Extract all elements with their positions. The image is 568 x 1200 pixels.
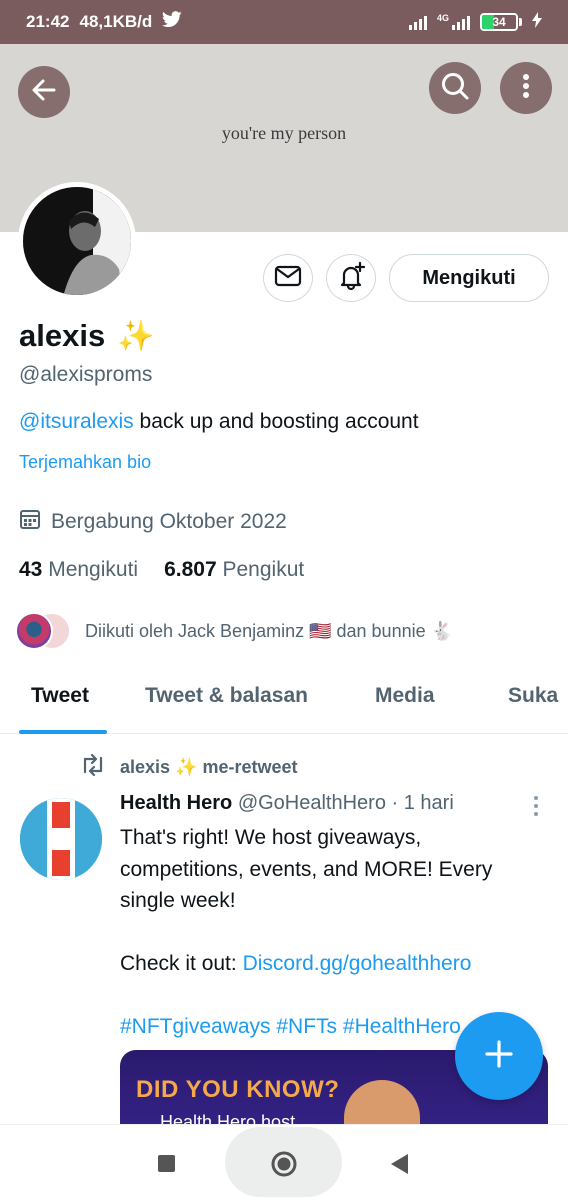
profile-avatar[interactable] — [18, 182, 136, 300]
twitter-bird-icon — [162, 11, 182, 33]
banner-text: you're my person — [221, 123, 347, 143]
more-options-button[interactable] — [500, 62, 552, 114]
notifications-button[interactable] — [326, 254, 376, 302]
sparkles-emoji: ✨ — [117, 319, 155, 353]
mail-icon — [274, 265, 302, 292]
status-bar: 21:42 48,1KB/d 4G 34 — [0, 0, 568, 44]
tab-media[interactable]: Media — [375, 684, 435, 708]
plus-icon — [484, 1039, 514, 1074]
signal-icon — [408, 14, 427, 30]
following-label: Mengikuti — [48, 558, 139, 581]
search-button[interactable] — [429, 62, 481, 114]
translate-bio-link[interactable]: Terjemahkan bio — [19, 452, 151, 473]
tweet-header: Health Hero @GoHealthHero · 1 hari — [120, 792, 454, 815]
tab-tweets-and-replies[interactable]: Tweet & balasan — [145, 684, 308, 708]
profile-handle: @alexisproms — [19, 363, 153, 386]
followers-count: 6.807 — [164, 558, 217, 581]
following-stat[interactable]: 43 Mengikuti — [19, 558, 138, 582]
followed-by-text: Diikuti oleh Jack Benjaminz 🇺🇸 dan bunni… — [85, 620, 454, 641]
profile-name: alexis ✨ — [19, 318, 155, 354]
profile-bio: @itsuralexis back up and boosting accoun… — [19, 410, 419, 434]
system-nav-bar — [0, 1124, 568, 1200]
profile-name-text: alexis — [19, 318, 106, 353]
message-button[interactable] — [263, 254, 313, 302]
retweet-indicator: alexis ✨ me-retweet — [80, 753, 298, 781]
tweet-text: That's right! We host giveaways, competi… — [120, 822, 550, 1043]
followers-you-know-avatars — [15, 612, 73, 650]
recents-button[interactable] — [158, 1155, 175, 1172]
tweet-author-name[interactable]: Health Hero — [120, 792, 232, 814]
media-title: DID YOU KNOW? — [136, 1076, 340, 1103]
status-speed: 48,1KB/d — [79, 12, 153, 31]
network-type: 4G — [436, 13, 449, 23]
calendar-icon — [19, 508, 41, 536]
profile-tabs: Tweet Tweet & balasan Media Suka — [0, 668, 568, 734]
followers-label: Pengikut — [222, 558, 305, 581]
tab-likes[interactable]: Suka — [508, 684, 558, 708]
following-button[interactable]: Mengikuti — [389, 254, 549, 302]
tweet-author-handle[interactable]: @GoHealthHero — [238, 792, 386, 814]
tweet-hashtags[interactable]: #NFTgiveaways #NFTs #HealthHero — [120, 1015, 461, 1038]
bio-text: back up and boosting account — [133, 410, 419, 433]
retweeted-by-text[interactable]: alexis ✨ me-retweet — [120, 757, 298, 778]
tweet-more-button[interactable] — [530, 796, 542, 816]
tweet-author-avatar[interactable] — [20, 798, 102, 880]
bio-mention-link[interactable]: @itsuralexis — [19, 410, 134, 433]
following-count: 43 — [19, 558, 43, 581]
compose-tweet-button[interactable] — [455, 1012, 543, 1100]
mini-avatar-1 — [15, 612, 53, 650]
tweet-link[interactable]: Discord.gg/gohealthhero — [243, 952, 472, 975]
joined-text: Bergabung Oktober 2022 — [51, 510, 287, 533]
bell-plus-icon — [336, 261, 366, 296]
back-arrow-icon — [30, 76, 58, 109]
profile-stats: 43 Mengikuti 6.807 Pengikut — [19, 558, 304, 582]
home-button[interactable] — [270, 1150, 298, 1183]
tweet-time: · 1 hari — [391, 792, 454, 814]
tab-tweet[interactable]: Tweet — [31, 684, 89, 708]
back-nav-button[interactable] — [390, 1153, 410, 1180]
active-tab-indicator — [19, 730, 107, 734]
search-icon — [440, 71, 470, 106]
status-time: 21:42 — [26, 12, 70, 31]
signal-icon-2 — [452, 14, 470, 30]
back-button[interactable] — [18, 66, 70, 118]
more-vertical-icon — [522, 73, 530, 104]
battery-icon: 34 — [480, 13, 522, 31]
joined-date: Bergabung Oktober 2022 — [19, 508, 287, 536]
battery-level: 34 — [492, 15, 506, 29]
followers-stat[interactable]: 6.807 Pengikut — [164, 558, 304, 582]
media-character — [344, 1080, 420, 1126]
retweet-icon — [80, 753, 106, 781]
followed-by[interactable]: Diikuti oleh Jack Benjaminz 🇺🇸 dan bunni… — [15, 612, 453, 650]
charging-icon — [532, 11, 542, 33]
